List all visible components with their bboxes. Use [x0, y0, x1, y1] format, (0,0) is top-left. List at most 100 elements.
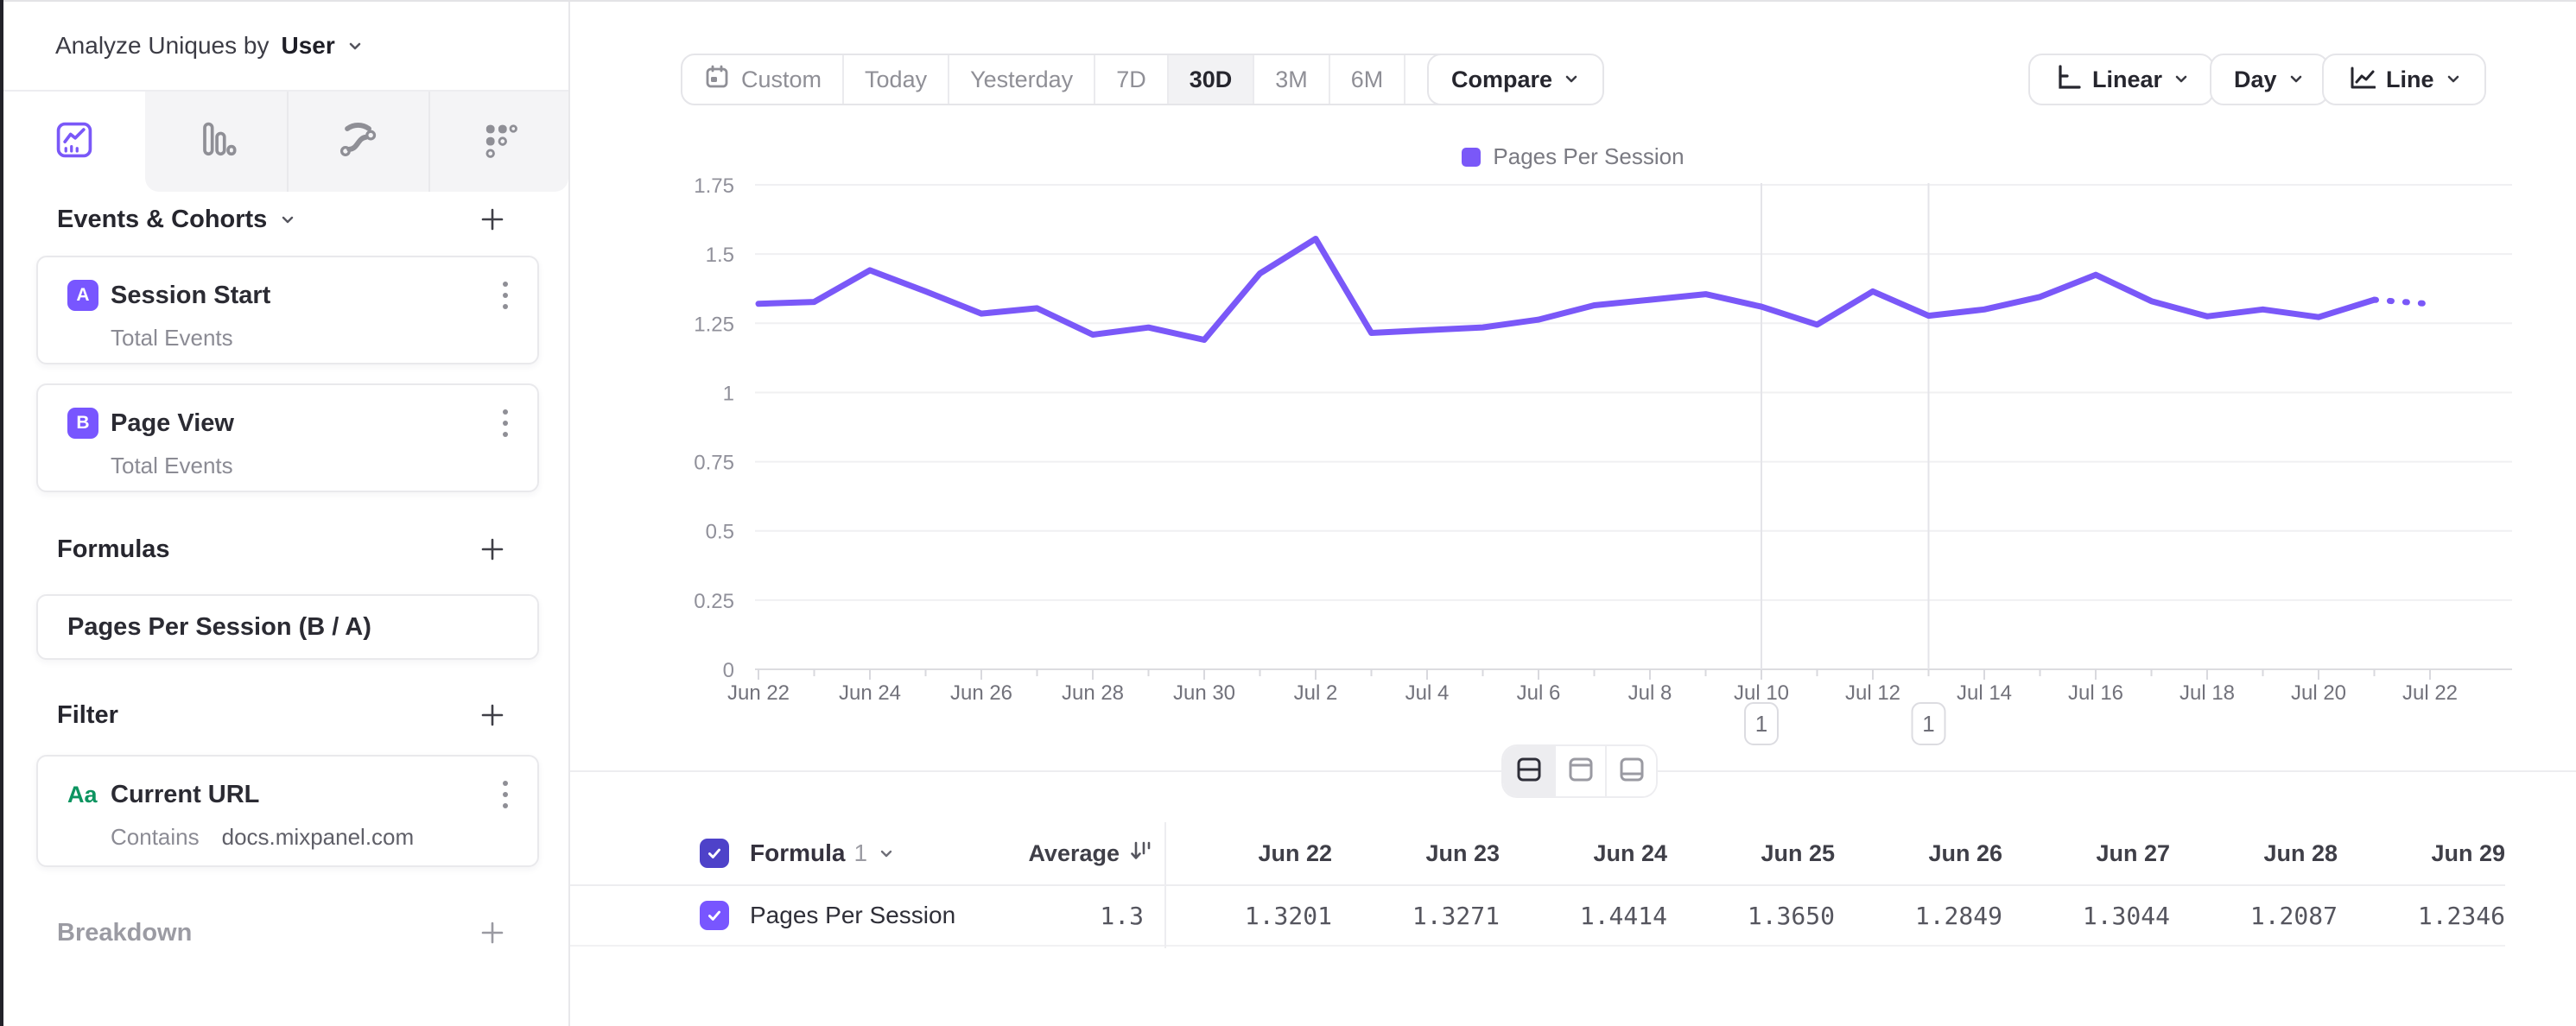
range-30d-selected[interactable]: 30D: [1167, 55, 1253, 104]
add-breakdown-button[interactable]: [477, 917, 508, 948]
x-axis-tick-label: Jun 26: [950, 681, 1012, 705]
bar-chart-icon: [194, 117, 238, 167]
event-name[interactable]: Session Start: [111, 282, 270, 310]
event-card-page-view[interactable]: B Page View Total Events: [36, 383, 539, 492]
event-letter-badge: B: [67, 408, 98, 439]
string-property-icon: Aa: [67, 782, 104, 808]
range-today[interactable]: Today: [842, 55, 948, 104]
add-filter-button[interactable]: [477, 700, 508, 731]
filter-header: Filter: [57, 698, 508, 732]
formula-column-header[interactable]: Formula: [750, 839, 845, 867]
x-axis-tick-label: Jul 8: [1628, 681, 1672, 705]
events-cohorts-header: Events & Cohorts: [57, 202, 508, 237]
y-axis-tick-label: 1.5: [706, 244, 734, 267]
filter-title: Filter: [57, 701, 118, 730]
mixpanel-insights-report: { "colors": { "accent_purple": "#7856FF"…: [0, 0, 2576, 1026]
breakdown-header: Breakdown: [57, 915, 508, 950]
y-axis-tick-label: 0: [723, 659, 734, 682]
split-view-icon: [1515, 755, 1543, 788]
analyze-value-dropdown[interactable]: User: [281, 32, 334, 60]
filter-operator[interactable]: Contains: [111, 824, 200, 851]
table-date-header[interactable]: Jun 26: [1835, 840, 2002, 867]
range-6m[interactable]: 6M: [1329, 55, 1405, 104]
select-all-checkbox[interactable]: [700, 839, 729, 868]
kebab-menu-icon[interactable]: [499, 406, 511, 440]
toggle-chart-only-view[interactable]: [1554, 746, 1605, 796]
chevron-down-icon: [1563, 66, 1580, 93]
toggle-split-view[interactable]: [1503, 746, 1554, 796]
x-axis-tick-label: Jul 20: [2291, 681, 2346, 705]
event-name[interactable]: Page View: [111, 409, 234, 438]
table-date-header[interactable]: Jun 22: [1164, 840, 1332, 867]
sort-icon: [1128, 838, 1152, 870]
table-date-header[interactable]: Jun 25: [1667, 840, 1835, 867]
chevron-down-icon: [2445, 66, 2462, 93]
x-axis-tick-label: Jul 12: [1845, 681, 1900, 705]
filter-card-current-url[interactable]: Aa Current URL Contains docs.mixpanel.co…: [36, 755, 539, 867]
breakdown-title: Breakdown: [57, 919, 192, 947]
date-range-selector: Custom Today Yesterday 7D 30D 3M 6M 12M: [681, 54, 1494, 105]
axis-scale-icon: [2053, 62, 2082, 98]
line-chart-svg[interactable]: 00.250.50.7511.251.51.7511Jun 22Jun 24Ju…: [570, 121, 2576, 781]
table-cell-value: 1.3271: [1332, 902, 1500, 930]
toggle-table-only-view[interactable]: [1605, 746, 1656, 796]
add-formula-button[interactable]: [477, 534, 508, 565]
event-card-session-start[interactable]: A Session Start Total Events: [36, 256, 539, 364]
table-date-header[interactable]: Jun 23: [1332, 840, 1500, 867]
analyze-label: Analyze Uniques by: [55, 32, 269, 60]
tab-retention[interactable]: [428, 92, 570, 192]
table-header-row: Formula 1 Average Jun 22Jun 23Jun 24Jun …: [570, 822, 2505, 886]
insights-line-chart-icon: [52, 117, 97, 167]
table-cell-value: 1.2849: [1835, 902, 2002, 930]
table-date-header[interactable]: Jun 28: [2170, 840, 2338, 867]
flows-icon: [335, 117, 380, 167]
events-cohorts-title[interactable]: Events & Cohorts: [57, 206, 267, 234]
event-aggregation[interactable]: Total Events: [111, 325, 233, 352]
table-date-header[interactable]: Jun 27: [2002, 840, 2170, 867]
range-3m[interactable]: 3M: [1253, 55, 1329, 104]
formula-expression[interactable]: Pages Per Session (B / A): [67, 613, 371, 642]
range-custom[interactable]: Custom: [682, 55, 842, 104]
range-7d[interactable]: 7D: [1094, 55, 1167, 104]
chevron-down-icon[interactable]: [346, 36, 365, 55]
table-row-values: 1.32011.32711.44141.36501.28491.30441.20…: [1164, 902, 2505, 930]
kebab-menu-icon[interactable]: [499, 777, 511, 812]
event-letter-badge: A: [67, 280, 98, 311]
interval-button[interactable]: Day: [2210, 54, 2329, 105]
range-yesterday[interactable]: Yesterday: [948, 55, 1094, 104]
table-date-header[interactable]: Jun 29: [2338, 840, 2505, 867]
compare-button[interactable]: Compare: [1427, 54, 1604, 105]
table-row-pages-per-session[interactable]: Pages Per Session 1.3 1.32011.32711.4414…: [570, 886, 2505, 947]
filter-value[interactable]: docs.mixpanel.com: [222, 824, 415, 851]
y-axis-tick-label: 0.25: [694, 590, 734, 613]
table-date-header[interactable]: Jun 24: [1500, 840, 1667, 867]
formula-card[interactable]: Pages Per Session (B / A): [36, 594, 539, 660]
tab-bar-chart[interactable]: [145, 92, 287, 192]
x-axis-tick-label: Jun 24: [839, 681, 901, 705]
query-builder-sidebar: Analyze Uniques by User: [3, 2, 570, 1026]
table-cell-value: 1.2346: [2338, 902, 2505, 930]
tab-flows[interactable]: [287, 92, 428, 192]
x-axis-tick-label: Jul 16: [2068, 681, 2123, 705]
kebab-menu-icon[interactable]: [499, 278, 511, 313]
y-scale-button[interactable]: Linear: [2028, 54, 2214, 105]
add-event-button[interactable]: [477, 204, 508, 235]
event-aggregation[interactable]: Total Events: [111, 453, 233, 479]
panel-layout-toggle: [1503, 746, 1656, 796]
chevron-down-icon[interactable]: [878, 845, 895, 862]
formulas-header: Formulas: [57, 532, 508, 567]
row-checkbox[interactable]: [700, 901, 729, 930]
visualization-tabs: [3, 92, 568, 192]
average-column-header[interactable]: Average: [1028, 838, 1164, 870]
table-cell-value: 1.3650: [1667, 902, 1835, 930]
chevron-down-icon[interactable]: [279, 211, 296, 228]
x-axis-tick-label: Jul 18: [2179, 681, 2235, 705]
chart-type-button[interactable]: Line: [2322, 54, 2486, 105]
filter-property-name[interactable]: Current URL: [111, 781, 259, 809]
tab-insights[interactable]: [3, 92, 145, 192]
annotation-count: 1: [1922, 711, 1934, 737]
table-cell-value: 1.2087: [2170, 902, 2338, 930]
formula-index: 1: [853, 839, 867, 867]
x-axis-tick-label: Jun 22: [727, 681, 790, 705]
series-line-provisional: [2375, 300, 2431, 304]
